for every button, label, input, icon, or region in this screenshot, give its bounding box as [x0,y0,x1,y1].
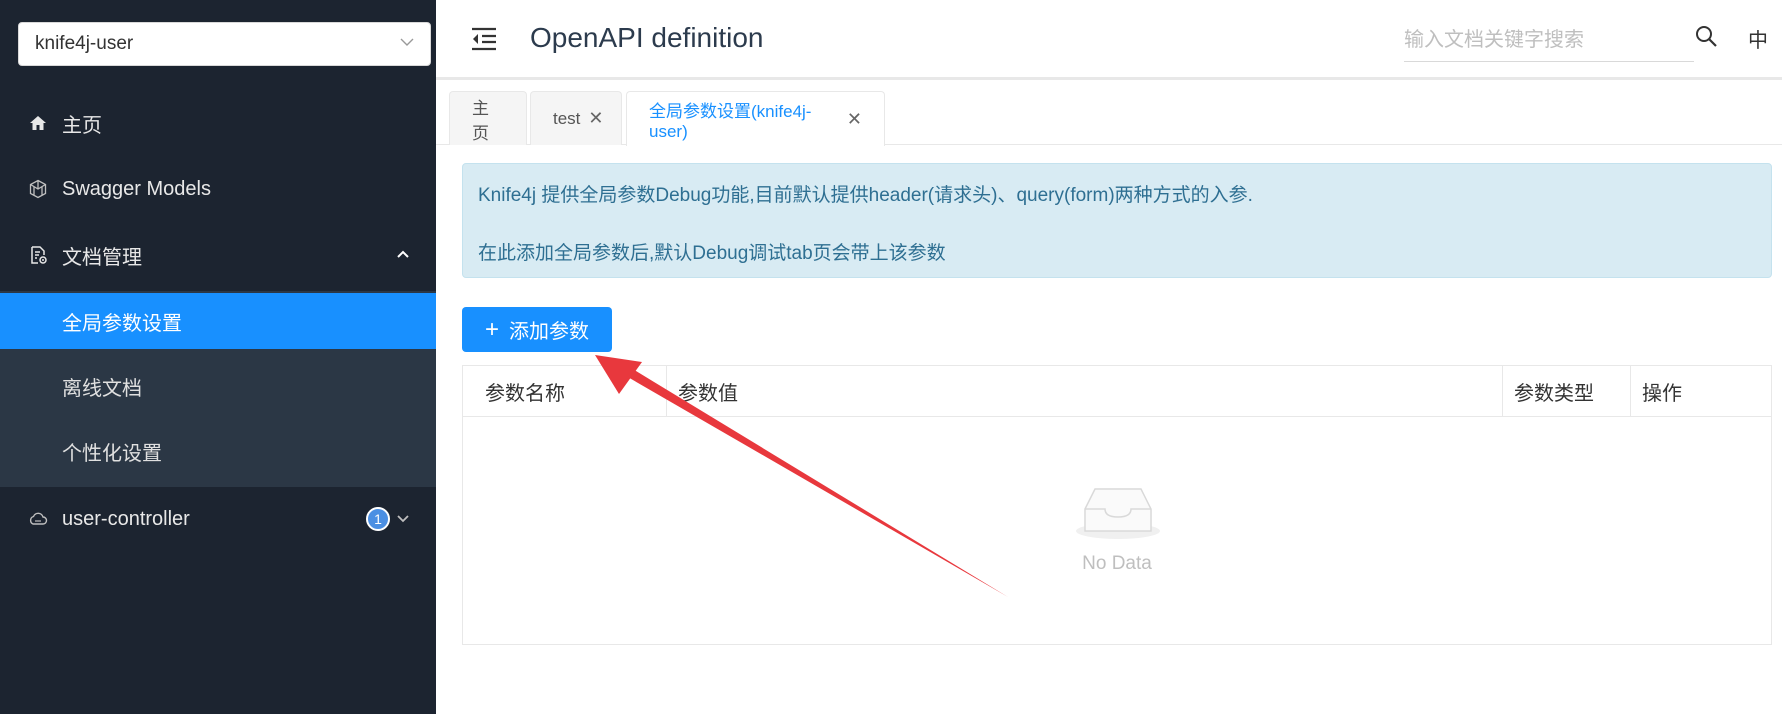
page-title: OpenAPI definition [530,22,764,53]
search-input[interactable] [1404,22,1694,58]
sidebar-item-personal-settings[interactable]: 个性化设置 [0,423,436,479]
column-header-type: 参数类型 [1503,366,1631,417]
empty-inbox-icon [1076,488,1160,539]
close-icon[interactable]: ✕ [588,108,603,129]
alert-line-1: Knife4j 提供全局参数Debug功能,目前默认提供header(请求头)、… [478,185,1253,206]
home-icon [27,112,49,134]
sidebar-item-label: 离线文档 [62,377,142,400]
group-select[interactable]: knife4j-user [18,22,431,66]
info-alert: Knife4j 提供全局参数Debug功能,目前默认提供header(请求头)、… [462,163,1772,278]
plus-icon: + [484,315,499,343]
empty-state-text: No Data [1082,553,1152,574]
doc-settings-icon [27,244,49,266]
sidebar-item-label: 个性化设置 [62,442,162,465]
sidebar-item-label: 全局参数设置 [62,312,182,335]
tab-home[interactable]: 主页 [449,91,527,145]
column-header-actions: 操作 [1642,383,1682,405]
column-header-value: 参数值 [667,366,1503,417]
alert-line-2: 在此添加全局参数后,默认Debug调试tab页会带上该参数 [478,243,946,264]
cube-icon [27,178,49,200]
top-header: OpenAPI definition 中 [436,0,1782,80]
count-badge: 1 [366,507,390,531]
tab-test[interactable]: test ✕ [530,91,622,145]
search-icon[interactable] [1694,24,1718,48]
sidebar-item-user-controller[interactable]: user-controller 1 [0,491,436,547]
add-param-label: 添加参数 [509,321,589,343]
sidebar-item-label: Swagger Models [62,177,211,200]
doc-management-submenu: 全局参数设置 离线文档 个性化设置 [0,291,436,487]
column-header-name: 参数名称 [463,366,667,417]
sidebar-item-swagger-models[interactable]: Swagger Models [0,161,436,217]
add-param-button[interactable]: + 添加参数 [462,307,612,352]
tab-label: test [553,108,581,128]
tab-global-params[interactable]: 全局参数设置(knife4j-user) ✕ [626,91,885,146]
tab-label: 主页 [472,98,489,143]
sidebar-item-global-params[interactable]: 全局参数设置 [0,293,436,349]
language-switch[interactable]: 中 [1748,24,1768,53]
cloud-icon [27,508,49,530]
sidebar-item-label: 主页 [62,114,102,137]
tab-bar: 主页 test ✕ 全局参数设置(knife4j-user) ✕ [436,80,1782,146]
close-icon[interactable]: ✕ [847,109,862,130]
search-field[interactable] [1404,22,1694,62]
tab-label: 全局参数设置(knife4j-user) [649,101,812,141]
sidebar-item-label: user-controller [62,507,190,530]
chevron-down-icon [397,515,409,523]
chevron-down-icon [400,38,414,46]
sidebar-item-offline-docs[interactable]: 离线文档 [0,358,436,414]
sidebar: knife4j-user 主页 Swagger Models 文档管理 全局参数… [0,0,436,714]
chevron-up-icon [397,250,409,258]
table-header: 参数名称 参数值 参数类型 操作 [463,366,1771,417]
params-table: 参数名称 参数值 参数类型 操作 No Data [462,365,1772,645]
sidebar-item-home[interactable]: 主页 [0,95,436,151]
group-select-value: knife4j-user [35,33,134,54]
sidebar-item-label: 文档管理 [62,246,142,269]
sidebar-item-doc-management[interactable]: 文档管理 [0,227,436,283]
menu-fold-icon[interactable] [470,26,498,52]
